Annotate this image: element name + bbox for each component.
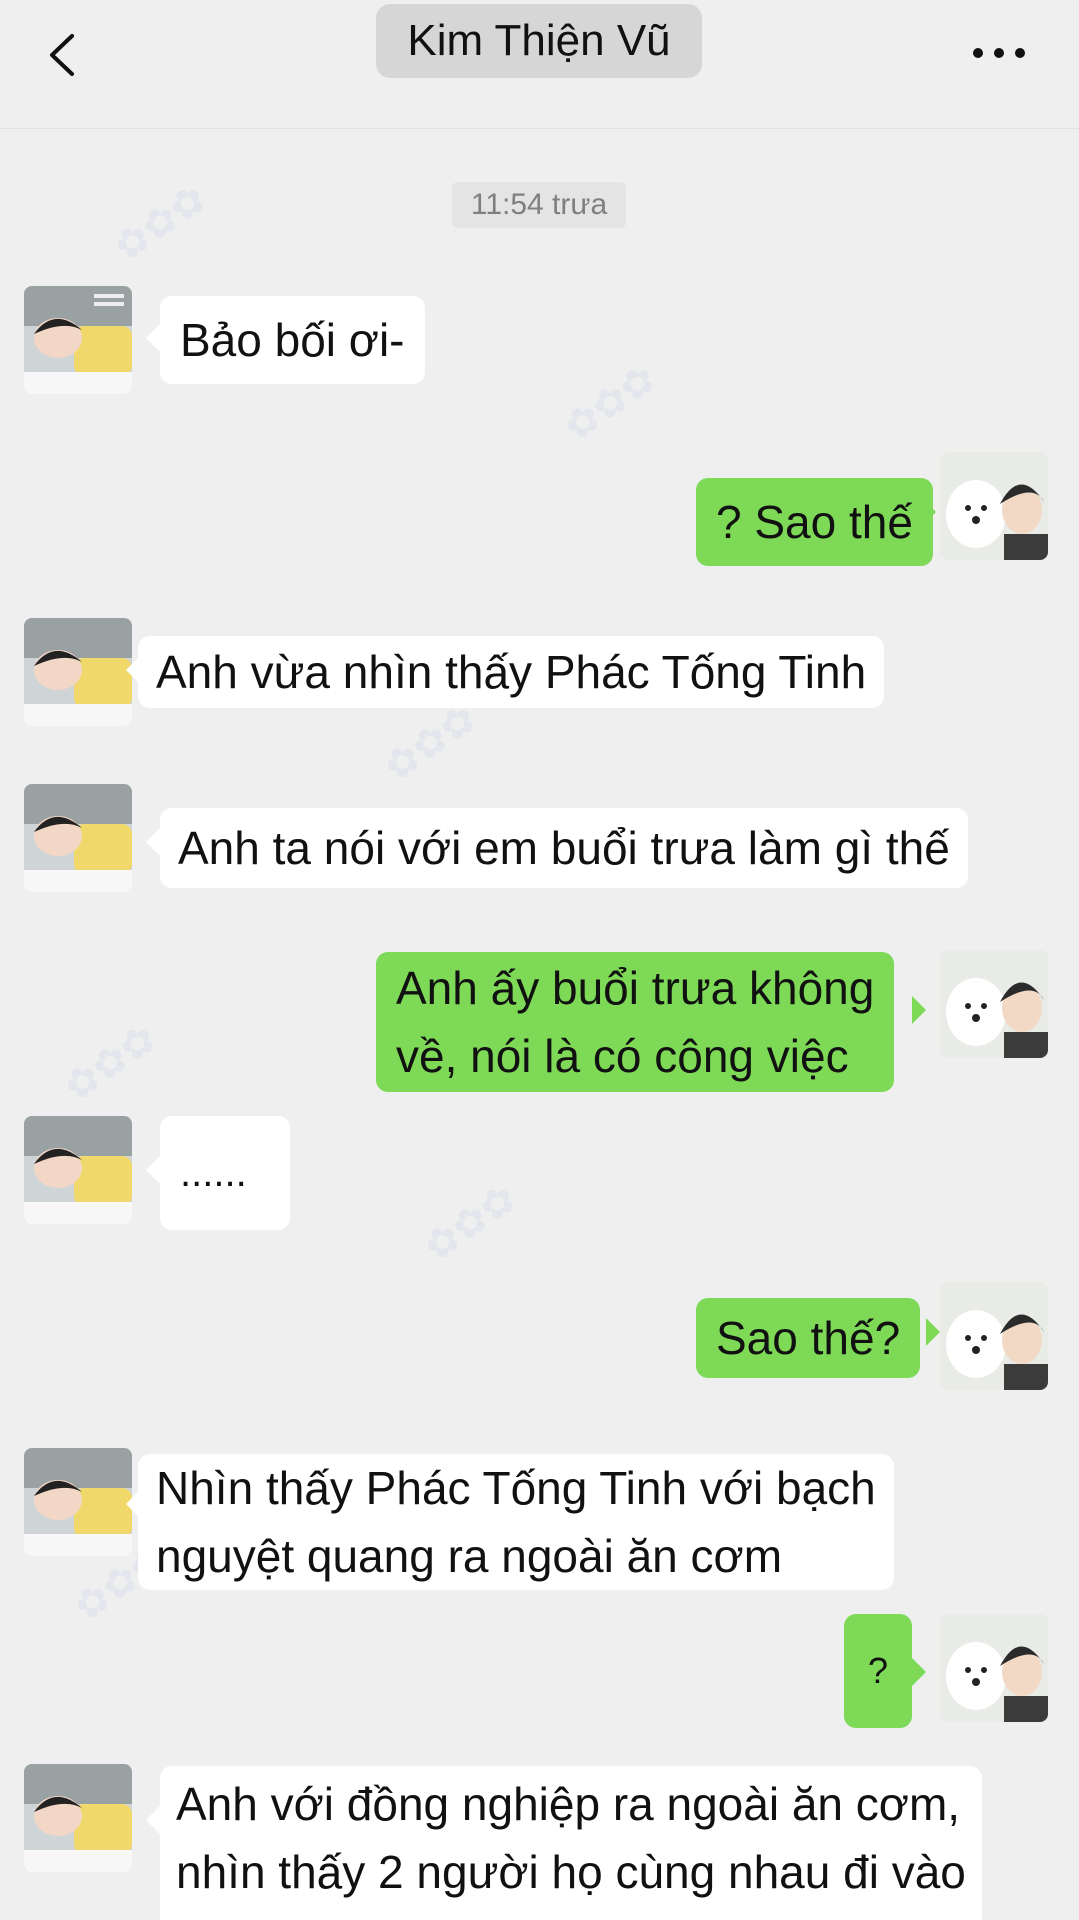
chevron-left-icon	[50, 34, 74, 76]
contact-avatar[interactable]	[24, 286, 132, 394]
message-text: ?	[867, 1650, 889, 1691]
message-text: ......	[180, 1151, 247, 1195]
message-text: ? Sao thế	[716, 496, 913, 548]
contact-avatar[interactable]	[24, 618, 132, 726]
message-bubble-incoming[interactable]: ......	[160, 1116, 290, 1230]
user-avatar[interactable]	[940, 452, 1048, 560]
more-options-button[interactable]	[970, 38, 1030, 68]
watermark: ✿✿✿	[416, 1176, 525, 1270]
contact-avatar[interactable]	[24, 1764, 132, 1872]
message-text-line: nhìn thấy 2 người họ cùng nhau đi vào	[176, 1846, 966, 1898]
message-text: Bảo bối ơi-	[180, 314, 405, 366]
bubble-tail	[146, 1156, 160, 1184]
bubble-tail	[146, 828, 160, 856]
watermark: ✿✿✿	[376, 696, 485, 790]
watermark: ✿✿✿	[106, 176, 215, 270]
chat-title[interactable]: Kim Thiện Vũ	[376, 4, 702, 78]
watermark: ✿✿✿	[56, 1016, 165, 1110]
message-bubble-outgoing[interactable]: Anh ấy buổi trưa không về, nói là có côn…	[376, 952, 895, 1092]
message-bubble-incoming[interactable]: Anh ta nói với em buổi trưa làm gì thế	[160, 808, 968, 888]
message-bubble-incoming[interactable]: Anh vừa nhìn thấy Phác Tống Tinh	[138, 636, 885, 708]
message-text: Anh ta nói với em buổi trưa làm gì thế	[178, 822, 950, 874]
message-text: Sao thế?	[716, 1312, 901, 1364]
chat-header: Kim Thiện Vũ	[0, 0, 1079, 129]
message-bubble-outgoing[interactable]: Sao thế?	[696, 1298, 921, 1378]
message-bubble-incoming[interactable]: Bảo bối ơi-	[160, 296, 425, 384]
watermark: ✿✿✿	[556, 356, 665, 450]
user-avatar[interactable]	[940, 950, 1048, 1058]
more-dots-icon	[973, 48, 1025, 58]
message-bubble-incoming[interactable]: Nhìn thấy Phác Tống Tinh với bạch nguyệt…	[138, 1454, 894, 1590]
message-text-line: nguyệt quang ra ngoài ăn cơm	[156, 1530, 783, 1582]
bubble-tail	[912, 996, 926, 1024]
contact-avatar[interactable]	[24, 784, 132, 892]
message-text: Anh vừa nhìn thấy Phác Tống Tinh	[156, 646, 867, 698]
bubble-tail	[912, 1658, 926, 1686]
message-bubble-outgoing[interactable]: ?	[844, 1614, 912, 1728]
message-bubble-incoming[interactable]: Anh với đồng nghiệp ra ngoài ăn cơm, nhì…	[160, 1766, 982, 1920]
message-bubble-outgoing[interactable]: ? Sao thế	[696, 478, 933, 566]
message-text-line: Anh với đồng nghiệp ra ngoài ăn cơm,	[176, 1778, 961, 1830]
message-text-line: Anh ấy buổi trưa không	[396, 962, 875, 1014]
user-avatar[interactable]	[940, 1614, 1048, 1722]
message-text-line: Nhìn thấy Phác Tống Tinh với bạch	[156, 1462, 876, 1514]
contact-avatar[interactable]	[24, 1116, 132, 1224]
user-avatar[interactable]	[940, 1282, 1048, 1390]
contact-avatar[interactable]	[24, 1448, 132, 1556]
chat-timestamp: 11:54 trưa	[452, 182, 626, 228]
bubble-tail	[146, 324, 160, 352]
message-text-line: về, nói là có công việc	[396, 1030, 849, 1082]
bubble-tail	[926, 1318, 940, 1346]
bubble-tail	[146, 1806, 160, 1834]
back-button[interactable]	[44, 30, 84, 80]
